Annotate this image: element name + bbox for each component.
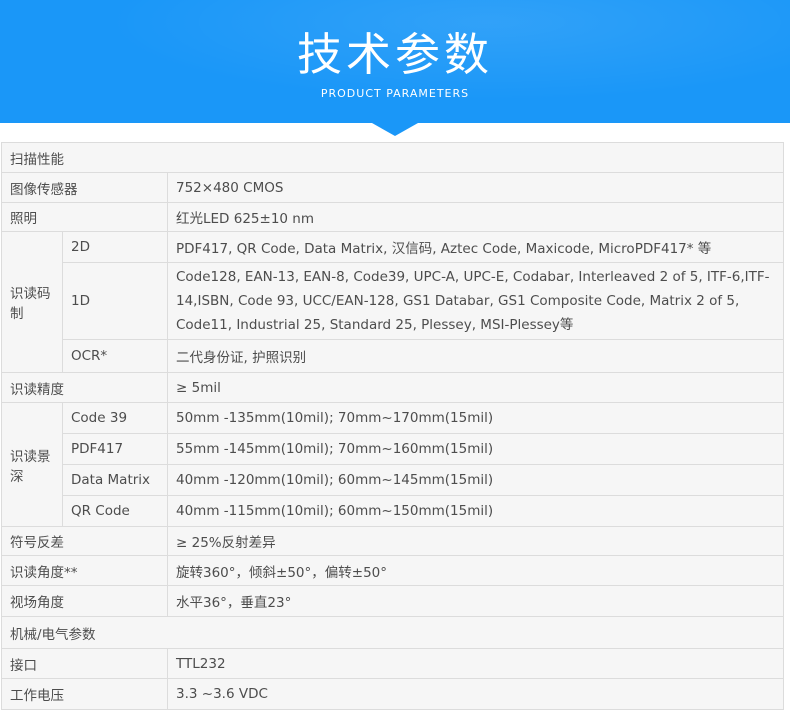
row-value: 水平36°，垂直23°	[168, 586, 784, 617]
row-label: 照明	[2, 203, 168, 232]
page-title: 技术参数	[297, 31, 493, 78]
row-sublabel: Data Matrix	[63, 465, 168, 496]
table-row: 识读角度** 旋转360°，倾斜±50°，偏转±50°	[2, 556, 784, 586]
table-row-section: 机械/电气参数	[2, 617, 784, 649]
row-sublabel: 2D	[63, 232, 168, 263]
row-value: 40mm -115mm(10mil); 60mm~150mm(15mil)	[168, 496, 784, 527]
table-row: 符号反差 ≥ 25%反射差异	[2, 527, 784, 556]
table-row: OCR* 二代身份证, 护照识别	[2, 340, 784, 373]
row-value: PDF417, QR Code, Data Matrix, 汉信码, Aztec…	[168, 232, 784, 263]
banner: 技术参数 PRODUCT PARAMETERS	[0, 0, 790, 123]
row-sublabel: PDF417	[63, 434, 168, 465]
row-value: Code128, EAN-13, EAN-8, Code39, UPC-A, U…	[168, 263, 784, 340]
row-value: 红光LED 625±10 nm	[168, 203, 784, 232]
table-row: 识读码制 2D PDF417, QR Code, Data Matrix, 汉信…	[2, 232, 784, 263]
row-value: 40mm -120mm(10mil); 60mm~145mm(15mil)	[168, 465, 784, 496]
row-value: 二代身份证, 护照识别	[168, 340, 784, 373]
row-sublabel: OCR*	[63, 340, 168, 373]
table-row: 工作电压 3.3 ~3.6 VDC	[2, 679, 784, 710]
row-sublabel: 1D	[63, 263, 168, 340]
table-row: 图像传感器 752×480 CMOS	[2, 173, 784, 203]
spec-table-container: 扫描性能 图像传感器 752×480 CMOS 照明 红光LED 625±10 …	[0, 142, 790, 710]
row-value: 3.3 ~3.6 VDC	[168, 679, 784, 710]
row-sublabel: Code 39	[63, 403, 168, 434]
table-row: 识读精度 ≥ 5mil	[2, 373, 784, 403]
table-row: PDF417 55mm -145mm(10mil); 70mm~160mm(15…	[2, 434, 784, 465]
row-group-label: 识读景深	[2, 403, 63, 527]
section-header: 机械/电气参数	[2, 617, 784, 649]
row-group-label: 识读码制	[2, 232, 63, 373]
table-row: 1D Code128, EAN-13, EAN-8, Code39, UPC-A…	[2, 263, 784, 340]
row-label: 视场角度	[2, 586, 168, 617]
section-header: 扫描性能	[2, 143, 784, 173]
row-value: 55mm -145mm(10mil); 70mm~160mm(15mil)	[168, 434, 784, 465]
row-value: 752×480 CMOS	[168, 173, 784, 203]
row-value: 旋转360°，倾斜±50°，偏转±50°	[168, 556, 784, 586]
row-label: 识读角度**	[2, 556, 168, 586]
row-value: 50mm -135mm(10mil); 70mm~170mm(15mil)	[168, 403, 784, 434]
row-value: TTL232	[168, 649, 784, 679]
row-label: 工作电压	[2, 679, 168, 710]
row-label: 图像传感器	[2, 173, 168, 203]
row-label: 符号反差	[2, 527, 168, 556]
row-label: 识读精度	[2, 373, 168, 403]
table-row: Data Matrix 40mm -120mm(10mil); 60mm~145…	[2, 465, 784, 496]
table-row: 照明 红光LED 625±10 nm	[2, 203, 784, 232]
row-label: 接口	[2, 649, 168, 679]
table-row: 识读景深 Code 39 50mm -135mm(10mil); 70mm~17…	[2, 403, 784, 434]
banner-notch-triangle	[372, 123, 418, 136]
page-subtitle: PRODUCT PARAMETERS	[321, 87, 469, 100]
row-sublabel: QR Code	[63, 496, 168, 527]
row-value: ≥ 5mil	[168, 373, 784, 403]
table-row: 接口 TTL232	[2, 649, 784, 679]
row-value: ≥ 25%反射差异	[168, 527, 784, 556]
table-row: QR Code 40mm -115mm(10mil); 60mm~150mm(1…	[2, 496, 784, 527]
table-row: 视场角度 水平36°，垂直23°	[2, 586, 784, 617]
spec-table: 扫描性能 图像传感器 752×480 CMOS 照明 红光LED 625±10 …	[1, 142, 784, 710]
table-row-section: 扫描性能	[2, 143, 784, 173]
